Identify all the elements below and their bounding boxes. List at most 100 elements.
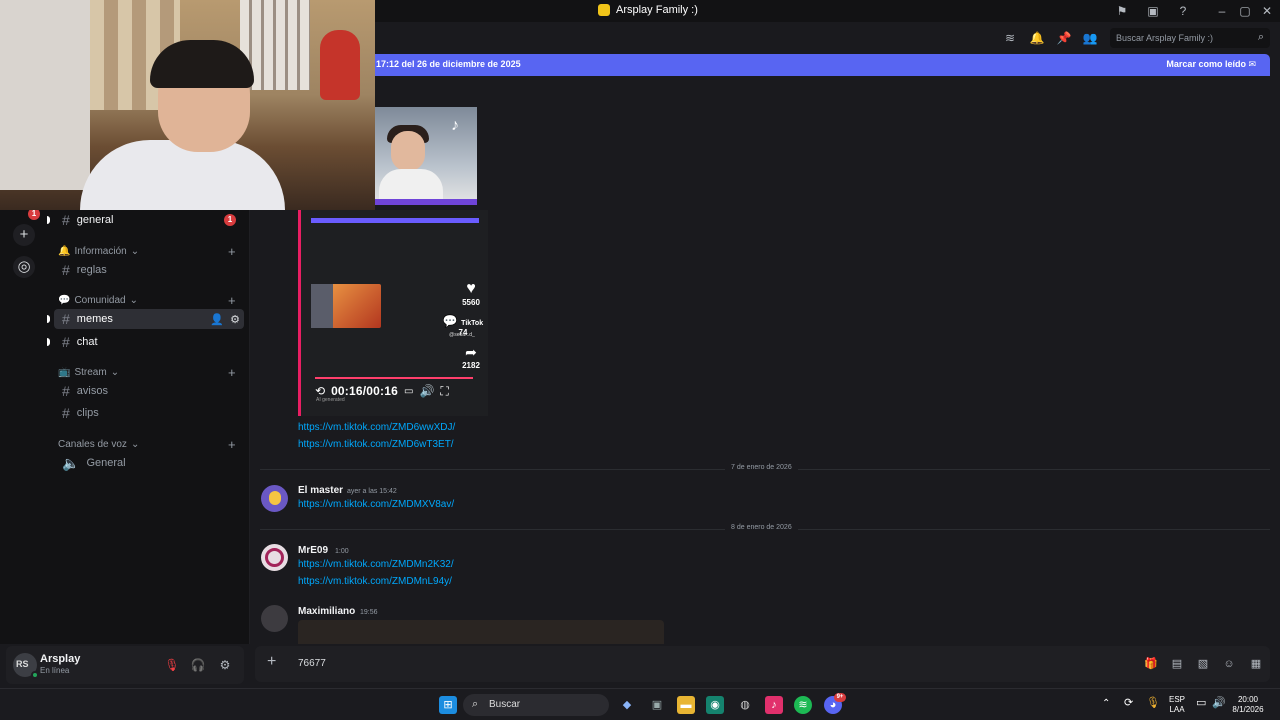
close-window-button[interactable]: ✕ <box>1256 2 1278 20</box>
search-input[interactable]: Buscar Arsplay Family :) ⌕ <box>1110 28 1270 48</box>
hash-icon: # <box>62 405 70 421</box>
flag-icon[interactable]: ⚑ <box>1114 3 1130 19</box>
channel-chat[interactable]: # chat <box>47 332 244 352</box>
mention-badge: 1 <box>224 214 236 226</box>
mark-as-read-label: Marcar como leído <box>1166 59 1246 69</box>
category-informacion[interactable]: 🔔 Información ⌄ + <box>58 244 236 259</box>
obs-icon[interactable]: ◍ <box>736 696 754 714</box>
share-count[interactable]: ➦ 2182 <box>459 344 483 370</box>
user-panel: Arsplay En línea 🎙 🎧 ⚙ <box>6 646 244 684</box>
webcam-figure <box>320 30 360 100</box>
pin-icon[interactable]: 📌 <box>1056 30 1072 46</box>
video-preview-frame: ♪ <box>375 107 477 205</box>
minimize-button[interactable]: – <box>1211 2 1233 20</box>
message-author[interactable]: Maximiliano <box>298 606 355 617</box>
channel-reglas[interactable]: # reglas <box>54 260 244 280</box>
voice-channel-general[interactable]: 🔈 General <box>54 453 244 473</box>
like-count[interactable]: ♥ 5560 <box>459 280 483 307</box>
category-stream[interactable]: 📺 Stream ⌄ + <box>58 365 236 380</box>
channel-memes[interactable]: # memes 👤 ⚙ <box>47 309 244 329</box>
add-channel-icon[interactable]: + <box>228 293 236 308</box>
add-channel-icon[interactable]: + <box>228 365 236 380</box>
language-indicator[interactable]: ESP LAA <box>1166 695 1188 715</box>
avatar-duck-icon <box>269 491 281 505</box>
message-link[interactable]: https://vm.tiktok.com/ZMDMXV8av/ <box>298 499 454 510</box>
category-comunidad[interactable]: 💬 Comunidad ⌄ + <box>58 293 236 308</box>
invite-icon[interactable]: 👤 <box>210 313 224 326</box>
fullscreen-icon[interactable]: ⛶ <box>440 384 448 399</box>
bell-icon[interactable]: 🔔 <box>1029 30 1045 46</box>
clock[interactable]: 20:00 8/1/2026 <box>1230 695 1266 715</box>
new-messages-banner[interactable]: 17:12 del 26 de diciembre de 2025 Marcar… <box>255 54 1270 76</box>
windows-start-icon[interactable]: ⊞ <box>439 696 457 714</box>
comment-icon: 💬 TikTok <box>442 314 484 328</box>
headphones-button[interactable]: 🎧 <box>188 655 208 675</box>
channel-label: general <box>76 214 114 226</box>
replay-icon[interactable]: ⟲ <box>315 384 325 398</box>
sticker-icon[interactable]: ▧ <box>1196 657 1210 671</box>
add-channel-icon[interactable]: + <box>228 244 236 259</box>
avatar[interactable] <box>261 544 288 571</box>
volume-icon[interactable]: 🔊 <box>419 384 434 398</box>
microphone-icon[interactable]: 🎙 <box>1146 698 1160 709</box>
language-bottom: LAA <box>1169 705 1185 714</box>
tiktok-video-embed[interactable]: ♥ 5560 💬 TikTok 74 @seba...d_ ➦ 2182 ⟲ 00:1… <box>298 210 488 416</box>
message-link[interactable]: https://vm.tiktok.com/ZMD6wT3ET/ <box>298 439 454 450</box>
network-icon[interactable]: ▭ <box>1196 698 1206 709</box>
threads-icon[interactable]: ≋ <box>1002 30 1018 46</box>
message-author[interactable]: El master <box>298 485 343 496</box>
help-icon[interactable]: ? <box>1175 3 1191 19</box>
sync-icon[interactable]: ⟳ <box>1124 698 1133 709</box>
settings-gear-icon[interactable]: ⚙ <box>230 313 240 326</box>
mark-as-read-button[interactable]: Marcar como leído ✉ <box>1166 59 1256 70</box>
members-icon[interactable]: 👥 <box>1082 30 1098 46</box>
attach-plus-icon[interactable]: + <box>267 653 276 671</box>
hash-icon: # <box>62 334 70 350</box>
apps-icon[interactable]: ▦ <box>1249 657 1263 671</box>
avatar[interactable] <box>261 605 288 632</box>
message-link[interactable]: https://vm.tiktok.com/ZMDMn2K32/ <box>298 559 454 570</box>
message-composer[interactable]: + 76677 🎁 ▤ ▧ ☺ ▦ <box>255 646 1270 682</box>
channel-clips[interactable]: # clips <box>54 403 244 423</box>
mute-microphone-button[interactable]: 🎙 <box>162 655 182 675</box>
message-link[interactable]: https://vm.tiktok.com/ZMDMnL94y/ <box>298 576 452 587</box>
discord-badge: 9+ <box>834 693 846 702</box>
emoji-icon[interactable]: ☺ <box>1222 657 1236 671</box>
file-explorer-icon[interactable]: ▬ <box>677 696 695 714</box>
avatar[interactable] <box>261 485 288 512</box>
channel-avisos[interactable]: # avisos <box>54 381 244 401</box>
maximize-button[interactable]: ▢ <box>1234 2 1256 20</box>
taskbar-search[interactable]: ⌕ Buscar <box>463 694 609 716</box>
screen-share-icon[interactable]: ▣ <box>1145 3 1161 19</box>
webcam-overlay <box>0 0 375 210</box>
video-progress-bar[interactable] <box>315 377 473 379</box>
video-top-bar <box>311 218 479 223</box>
chevron-up-icon[interactable]: ⌃ <box>1102 699 1110 709</box>
category-voice[interactable]: Canales de voz ⌄ + <box>58 437 236 452</box>
discover-servers-button[interactable]: ◎ <box>13 256 35 278</box>
date-divider-label: 7 de enero de 2026 <box>725 464 798 471</box>
spotify-icon[interactable]: ≋ <box>794 696 812 714</box>
gift-icon[interactable]: 🎁 <box>1144 657 1158 671</box>
message-input[interactable]: 76677 <box>298 658 326 669</box>
channel-general[interactable]: # general 1 <box>47 210 244 230</box>
unread-indicator <box>47 216 50 224</box>
gif-icon[interactable]: ▤ <box>1170 657 1184 671</box>
add-channel-icon[interactable]: + <box>228 437 236 452</box>
volume-icon[interactable]: 🔊 <box>1212 698 1226 709</box>
clock-time: 20:00 <box>1237 695 1259 704</box>
message-link[interactable]: https://vm.tiktok.com/ZMD6wwXDJ/ <box>298 422 455 433</box>
terminal-icon[interactable]: ▣ <box>648 696 666 714</box>
copilot-icon[interactable]: ◆ <box>618 696 636 714</box>
online-status-icon <box>31 671 39 679</box>
add-server-button[interactable]: + <box>13 224 35 246</box>
like-count-value: 5560 <box>462 298 480 307</box>
user-settings-button[interactable]: ⚙ <box>215 655 235 675</box>
edge-browser-icon[interactable]: ◉ <box>706 696 724 714</box>
avatar-figure-icon <box>265 548 284 567</box>
tiktok-app-icon[interactable]: ♪ <box>765 696 783 714</box>
message-author[interactable]: MrE09 <box>298 545 328 556</box>
hash-icon: # <box>62 311 70 327</box>
captions-icon[interactable]: ▭ <box>404 386 413 397</box>
image-attachment[interactable] <box>298 620 664 644</box>
